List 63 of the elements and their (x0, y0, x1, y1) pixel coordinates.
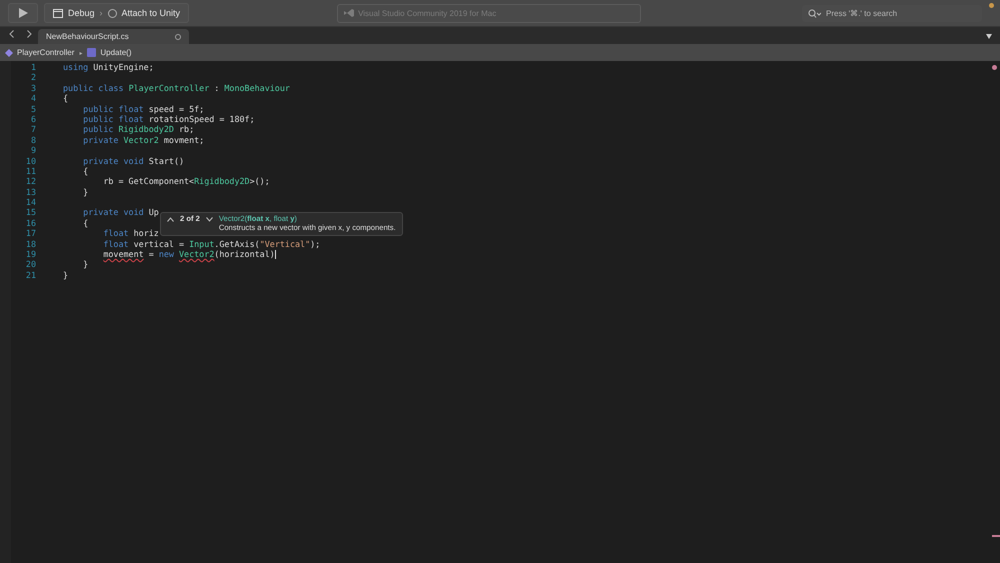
search-icon (808, 8, 821, 18)
line-number: 8 (30, 134, 36, 146)
separator: › (100, 8, 103, 18)
dropdown-icon[interactable] (986, 34, 992, 39)
code-line: public class PlayerController : MonoBehaviour (63, 82, 290, 94)
error-marker (992, 535, 1000, 537)
line-number: 14 (24, 197, 36, 208)
code-line: } (82, 259, 88, 270)
run-button[interactable] (8, 3, 38, 23)
window-icon (53, 8, 63, 18)
code-line: movement = new Vector2(horizontal) (102, 249, 276, 260)
code-line: { (63, 93, 68, 104)
down-chevron-icon[interactable] (206, 217, 213, 222)
code-line: float vertical = Input.GetAxis("Vertical"); (102, 238, 320, 250)
class-icon (5, 48, 13, 56)
code-line: float horiz (102, 228, 159, 239)
line-number: 19 (24, 249, 36, 260)
breadcrumb-item[interactable]: Update() (100, 48, 132, 57)
code-line: private Vector2 movment; (82, 134, 204, 146)
breadcrumb-item[interactable]: PlayerController (17, 48, 74, 57)
line-number: 11 (24, 166, 36, 176)
line-number: 20 (24, 259, 36, 270)
code-line: public Rigidbody2D rb; (82, 124, 194, 135)
line-number: 15 (24, 207, 36, 218)
forward-icon[interactable] (26, 30, 32, 38)
line-number: 16 (24, 218, 36, 228)
code-line: public float speed = 5f; (82, 104, 204, 114)
code-line: public float rotationSpeed = 180f; (82, 114, 255, 124)
code-line: { (82, 218, 88, 228)
configuration-label: Debug (68, 8, 95, 18)
notification-dot (989, 3, 994, 8)
line-number: 10 (24, 156, 36, 166)
line-number: 1 (30, 62, 36, 72)
line-number: 9 (30, 145, 36, 156)
line-number: 6 (30, 114, 36, 124)
line-number: 3 (30, 82, 36, 94)
code-line: } (82, 186, 88, 198)
line-number: 13 (24, 186, 36, 198)
code-line: { (82, 166, 88, 176)
line-number: 5 (30, 104, 36, 114)
method-icon (87, 48, 96, 57)
play-icon (18, 8, 28, 18)
circle-icon (108, 8, 117, 18)
line-number: 4 (30, 93, 36, 104)
line-number: 17 (24, 228, 36, 239)
line-number: 12 (24, 176, 36, 187)
line-number: 2 (30, 72, 36, 83)
code-line: using UnityEngine; (63, 62, 154, 72)
file-tab[interactable]: NewBehaviourScript.cs (38, 29, 189, 44)
back-icon[interactable] (8, 30, 14, 38)
line-number: 7 (30, 124, 36, 135)
code-line: rb = GetComponent<Rigidbody2D>(); (102, 176, 270, 187)
target-label: Attach to Unity (122, 8, 180, 18)
code-line: private void Up (82, 207, 159, 218)
logo-icon (344, 9, 354, 17)
run-configuration-button[interactable]: Debug › Attach to Unity (44, 3, 190, 23)
line-number: 21 (24, 270, 36, 280)
line-number: 18 (24, 238, 36, 250)
error-marker (992, 65, 997, 70)
up-chevron-icon[interactable] (167, 217, 174, 222)
code-line: } (63, 270, 68, 280)
code-line: private void Start() (82, 156, 184, 166)
close-icon[interactable] (175, 34, 181, 40)
